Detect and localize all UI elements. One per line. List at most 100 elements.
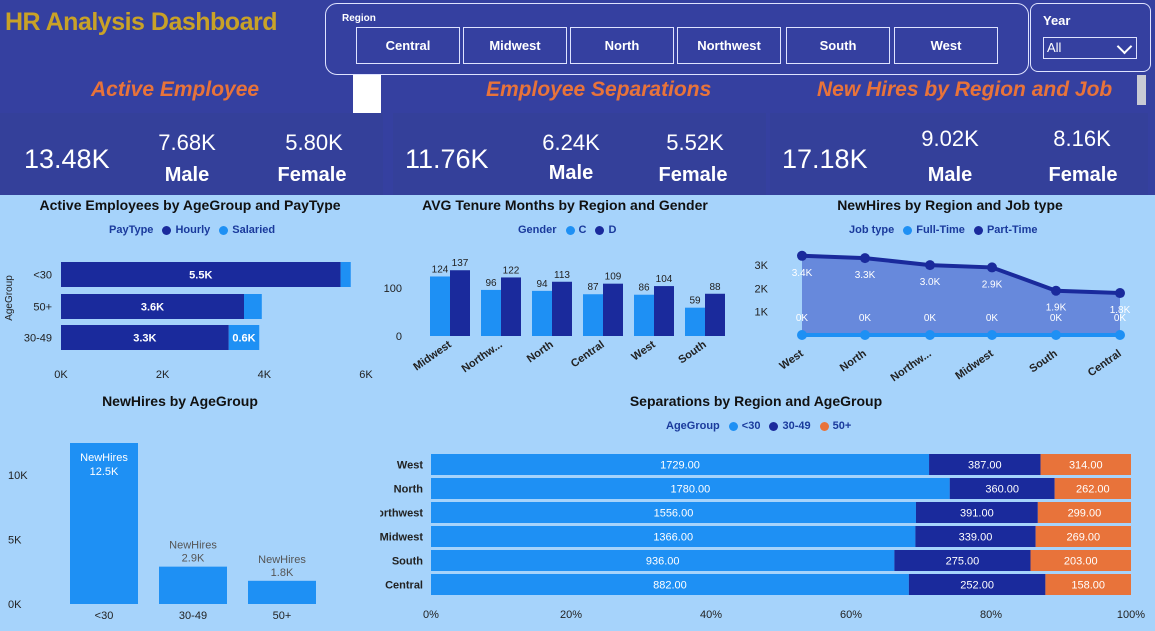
legend-dot-icon <box>219 225 229 235</box>
marker-parttime <box>987 262 997 273</box>
bar-gender-d <box>654 286 674 336</box>
y-tick-label: North <box>394 484 424 496</box>
legend-title: AgeGroup <box>666 420 720 432</box>
data-label-parttime: 3.4K <box>792 268 813 279</box>
data-label-parttime: 3.3K <box>855 270 876 281</box>
bar-gender-d <box>450 270 470 336</box>
data-label: 59 <box>689 296 701 307</box>
data-label-series: NewHires <box>169 540 217 552</box>
separations-male-card: 6.24K Male <box>521 113 646 195</box>
year-dropdown[interactable]: All <box>1043 37 1137 59</box>
marker-fulltime <box>860 330 870 340</box>
active-male-card: 7.68K Male <box>127 113 257 195</box>
data-label: 94 <box>536 279 548 290</box>
data-label: 0.6K <box>232 333 255 345</box>
region-button-south[interactable]: South <box>786 27 890 64</box>
y-tick-label: 50+ <box>33 302 52 314</box>
data-label-series: NewHires <box>258 554 306 566</box>
marker-fulltime <box>797 330 807 340</box>
y-tick-label: 100 <box>384 283 402 295</box>
bar-gender-d <box>501 277 521 336</box>
chevron-down-icon <box>1116 38 1133 55</box>
chart-title-newhires-age: NewHires by AgeGroup <box>102 393 258 409</box>
data-label: 5.5K <box>189 270 212 282</box>
data-label-fulltime: 0K <box>1050 313 1063 324</box>
active-male-value: 7.68K <box>158 130 216 155</box>
x-tick-label: 50+ <box>273 610 292 622</box>
region-button-west[interactable]: West <box>894 27 998 64</box>
marker-parttime <box>1051 285 1061 296</box>
legend-dot-icon <box>819 421 829 431</box>
x-tick-label: West <box>777 347 806 372</box>
legend-item-fulltime: Full-Time <box>916 224 965 236</box>
legend-tenure: Gender C D <box>518 224 616 236</box>
legend-item-under30: <30 <box>741 420 761 432</box>
data-label: 109 <box>605 272 622 283</box>
scrollbar-thumb[interactable] <box>1137 75 1146 105</box>
data-label: 387.00 <box>968 460 1002 472</box>
bar-gender-d <box>603 283 623 336</box>
active-total-card: 13.48K <box>0 113 127 195</box>
newhires-male-label: Male <box>927 164 973 186</box>
data-label: 86 <box>638 283 650 294</box>
x-tick-label: Central <box>569 339 607 371</box>
chart-title-separations: Separations by Region and AgeGroup <box>629 393 883 409</box>
x-tick-label: <30 <box>95 610 114 622</box>
data-label-fulltime: 0K <box>986 313 999 324</box>
legend-separations: AgeGroup <30 30-49 50+ <box>666 420 851 432</box>
data-label: 124 <box>432 264 449 275</box>
legend-item-c: C <box>578 224 587 236</box>
data-label: 1366.00 <box>653 532 693 544</box>
bar-gender-d <box>552 281 572 336</box>
chart-separations-region-age: West 1729.00 387.00 314.00 North 1780.00 360.0… <box>380 454 1145 621</box>
year-slicer: Year All <box>1030 3 1151 72</box>
legend-title: Job type <box>849 224 895 236</box>
newhires-female-value: 8.16K <box>1053 126 1111 151</box>
x-tick-label: South <box>1027 347 1060 375</box>
data-label-parttime: 3.0K <box>920 277 941 288</box>
chart-title-tenure: AVG Tenure Months by Region and Gender <box>422 197 708 213</box>
data-label: 391.00 <box>960 508 994 520</box>
bar-gender-d <box>705 293 725 336</box>
bar-gender-c <box>481 289 501 336</box>
data-label: 87 <box>587 282 599 293</box>
dashboard-title: HR Analysis Dashboard <box>5 8 277 36</box>
data-label: 1729.00 <box>660 460 700 472</box>
y-tick-label: Midwest <box>380 532 423 544</box>
bar-gender-c <box>532 290 552 336</box>
data-label-fulltime: 0K <box>924 313 937 324</box>
y-tick-label: 2K <box>755 283 769 295</box>
active-total-value: 13.48K <box>24 144 110 174</box>
x-tick-label: 4K <box>258 369 272 381</box>
region-button-north[interactable]: North <box>570 27 674 64</box>
region-button-midwest[interactable]: Midwest <box>463 27 567 64</box>
data-label: 882.00 <box>653 580 687 592</box>
x-tick-label: 6K <box>359 369 373 381</box>
data-label: 203.00 <box>1064 556 1098 568</box>
bar-gender-c <box>583 294 603 336</box>
year-slicer-label: Year <box>1043 13 1071 28</box>
white-placeholder-box <box>353 75 381 113</box>
y-tick-label: Northwest <box>380 508 423 520</box>
marker-parttime <box>925 260 935 271</box>
x-tick-label: Northw... <box>889 348 934 385</box>
data-label-value: 2.9K <box>182 553 205 565</box>
y-tick-label: West <box>397 460 423 472</box>
x-tick-label: South <box>676 338 709 366</box>
bar-newhires <box>248 580 316 604</box>
separations-female-card: 5.52K Female <box>646 113 766 195</box>
legend-dot-icon <box>565 225 575 235</box>
year-dropdown-value: All <box>1047 40 1062 55</box>
legend-dot-icon <box>903 225 913 235</box>
x-tick-label: 40% <box>700 609 722 621</box>
data-label: 3.3K <box>133 333 156 345</box>
x-tick-label: West <box>629 338 658 363</box>
region-button-northwest[interactable]: Northwest <box>677 27 781 64</box>
legend-title: PayType <box>109 224 154 236</box>
data-label: 88 <box>709 282 721 293</box>
separations-total-value: 11.76K <box>405 144 489 174</box>
marker-parttime <box>860 253 870 264</box>
y-tick-label: 0 <box>396 331 402 343</box>
data-label: 1556.00 <box>654 508 694 520</box>
region-button-central[interactable]: Central <box>356 27 460 64</box>
